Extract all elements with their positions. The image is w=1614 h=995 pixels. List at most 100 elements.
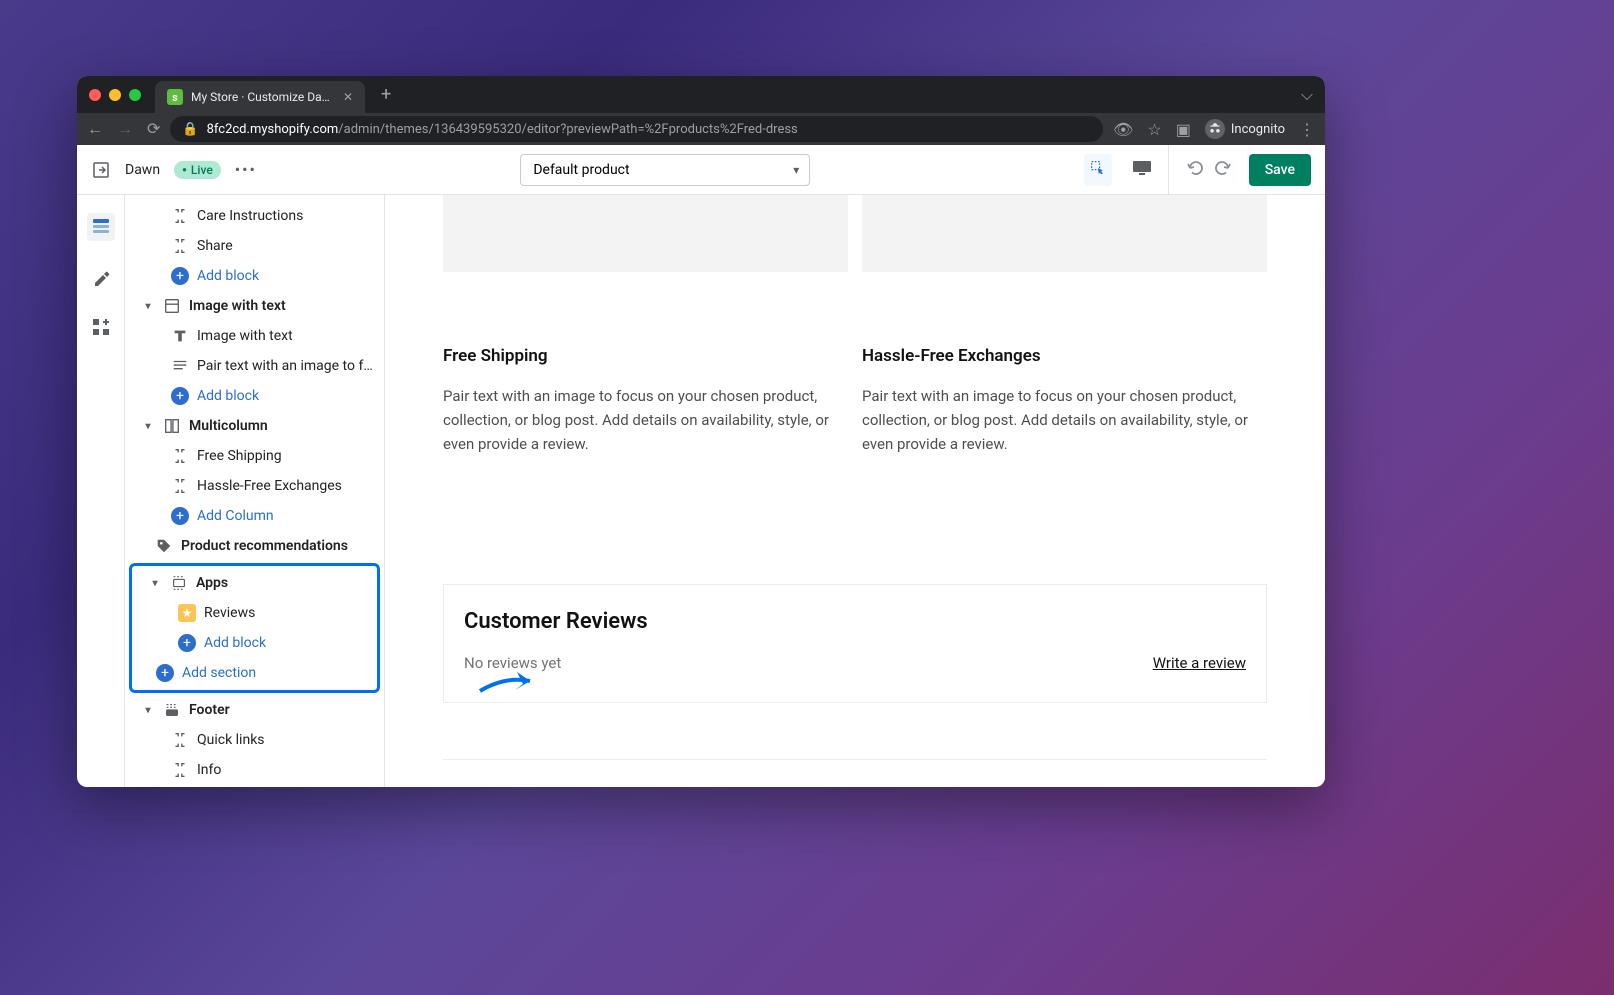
exit-button[interactable] (91, 160, 111, 180)
incognito-icon (1205, 119, 1225, 139)
incognito-label: Incognito (1231, 122, 1285, 137)
column-free-shipping: Free Shipping Pair text with an image to… (443, 346, 848, 456)
nav-buttons: ← → ⟳ (87, 119, 160, 139)
add-block-button[interactable]: + Add block (125, 261, 384, 291)
block-info[interactable]: Info (125, 755, 384, 785)
section-product-recommendations[interactable]: Product recommendations (125, 531, 384, 561)
inspector-button[interactable] (1084, 154, 1112, 186)
save-button[interactable]: Save (1249, 154, 1311, 186)
add-section-button[interactable]: + Add section (132, 658, 377, 688)
chrome-titlebar: s My Store · Customize Dawn · S ✕ + ⌵ (77, 76, 1325, 113)
columns-icon (163, 417, 181, 435)
column-heading: Free Shipping (443, 346, 848, 366)
collapsible-icon (171, 447, 189, 465)
reload-button[interactable]: ⟳ (147, 119, 160, 139)
block-reviews[interactable]: ★ Reviews (132, 598, 377, 628)
template-selector[interactable]: Default product (520, 154, 810, 186)
editor-header: Dawn Live ••• Default product Save (77, 145, 1325, 195)
collapsible-icon (171, 237, 189, 255)
customer-reviews-section[interactable]: Customer Reviews No reviews yet Write a … (443, 584, 1267, 703)
plus-icon: + (171, 267, 189, 285)
collapsible-icon (171, 761, 189, 779)
star-bookmark-icon[interactable]: ☆ (1147, 120, 1161, 139)
block-share[interactable]: Share (125, 231, 384, 261)
undo-redo (1179, 158, 1239, 182)
url-path: /admin/themes/136439595320/editor?previe… (338, 122, 797, 137)
theme-settings-rail-icon[interactable] (87, 263, 115, 291)
add-column-button[interactable]: + Add Column (125, 501, 384, 531)
collapsible-icon (171, 477, 189, 495)
plus-icon: + (171, 507, 189, 525)
maximize-window-button[interactable] (129, 89, 141, 101)
theme-name: Dawn (125, 162, 160, 178)
block-care-instructions[interactable]: Care Instructions (125, 201, 384, 231)
url-domain: 8fc2cd.myshopify.com (207, 122, 339, 137)
undo-button[interactable] (1185, 158, 1205, 182)
add-block-button-2[interactable]: + Add block (125, 381, 384, 411)
placeholder-image (862, 195, 1267, 272)
tabs-dropdown-icon[interactable]: ⌵ (1301, 85, 1313, 105)
paragraph-icon (171, 357, 189, 375)
new-tab-button[interactable]: + (381, 84, 391, 105)
chrome-toolbar: ← → ⟳ 🔒 8fc2cd.myshopify.com/admin/theme… (77, 113, 1325, 145)
section-icon (163, 297, 181, 315)
reviews-row: No reviews yet Write a review (464, 654, 1246, 672)
caret-icon: ▾ (141, 301, 155, 312)
close-tab-icon[interactable]: ✕ (343, 90, 353, 104)
block-free-shipping[interactable]: Free Shipping (125, 441, 384, 471)
block-quick-links[interactable]: Quick links (125, 725, 384, 755)
template-name: Default product (533, 162, 629, 178)
section-multicolumn[interactable]: ▾ Multicolumn (125, 411, 384, 441)
editor-body: Care Instructions Share + Add block ▾ Im… (77, 195, 1325, 787)
block-hassle-free[interactable]: Hassle-Free Exchanges (125, 471, 384, 501)
column-heading: Hassle-Free Exchanges (862, 346, 1267, 366)
sections-sidebar: Care Instructions Share + Add block ▾ Im… (125, 195, 385, 787)
panel-icon[interactable]: ▣ (1176, 120, 1191, 139)
column-hassle-free: Hassle-Free Exchanges Pair text with an … (862, 346, 1267, 456)
apps-icon (170, 574, 188, 592)
footer-columns: Quick links Info Our mission (443, 759, 1267, 787)
tag-icon (155, 537, 173, 555)
browser-window: s My Store · Customize Dawn · S ✕ + ⌵ ← … (77, 76, 1325, 787)
block-image-with-text[interactable]: Image with text (125, 321, 384, 351)
preview-canvas[interactable]: Free Shipping Pair text with an image to… (385, 195, 1325, 787)
plus-icon: + (171, 387, 189, 405)
eye-slash-icon[interactable]: 👁 (1113, 120, 1133, 139)
toolbar-right: 👁 ☆ ▣ Incognito ⋮ (1113, 119, 1315, 139)
block-pair-text[interactable]: Pair text with an image to foc… (125, 351, 384, 381)
multicolumn-text: Free Shipping Pair text with an image to… (443, 346, 1267, 456)
placeholder-image (443, 195, 848, 272)
header-right: Save (1126, 145, 1311, 195)
text-icon (171, 327, 189, 345)
back-button[interactable]: ← (87, 119, 103, 139)
plus-icon: + (156, 664, 174, 682)
section-apps[interactable]: ▾ Apps (132, 568, 377, 598)
shopify-favicon: s (167, 89, 183, 105)
no-reviews-text: No reviews yet (464, 654, 561, 672)
redo-button[interactable] (1213, 158, 1233, 182)
tab-title: My Store · Customize Dawn · S (191, 90, 335, 104)
forward-button[interactable]: → (117, 119, 133, 139)
desktop-view-button[interactable] (1126, 154, 1158, 186)
add-block-button-3[interactable]: + Add block (132, 628, 377, 658)
column-text: Pair text with an image to focus on your… (443, 384, 848, 456)
star-icon: ★ (178, 604, 196, 622)
url-bar[interactable]: 🔒 8fc2cd.myshopify.com/admin/themes/1364… (170, 116, 1103, 142)
sections-rail-icon[interactable] (87, 213, 115, 241)
block-our-mission[interactable]: Our mission (125, 785, 384, 787)
icon-rail (77, 195, 125, 787)
write-review-link[interactable]: Write a review (1153, 654, 1246, 672)
collapsible-icon (171, 731, 189, 749)
section-footer[interactable]: ▾ Footer (125, 695, 384, 725)
browser-tab[interactable]: s My Store · Customize Dawn · S ✕ (155, 81, 365, 113)
chrome-menu-icon[interactable]: ⋮ (1299, 120, 1315, 139)
section-image-with-text[interactable]: ▾ Image with text (125, 291, 384, 321)
live-badge: Live (174, 161, 221, 179)
minimize-window-button[interactable] (109, 89, 121, 101)
traffic-lights (89, 89, 141, 101)
reviews-heading: Customer Reviews (464, 609, 1246, 634)
app-embeds-rail-icon[interactable] (87, 313, 115, 341)
column-text: Pair text with an image to focus on your… (862, 384, 1267, 456)
close-window-button[interactable] (89, 89, 101, 101)
more-actions-button[interactable]: ••• (235, 160, 257, 179)
